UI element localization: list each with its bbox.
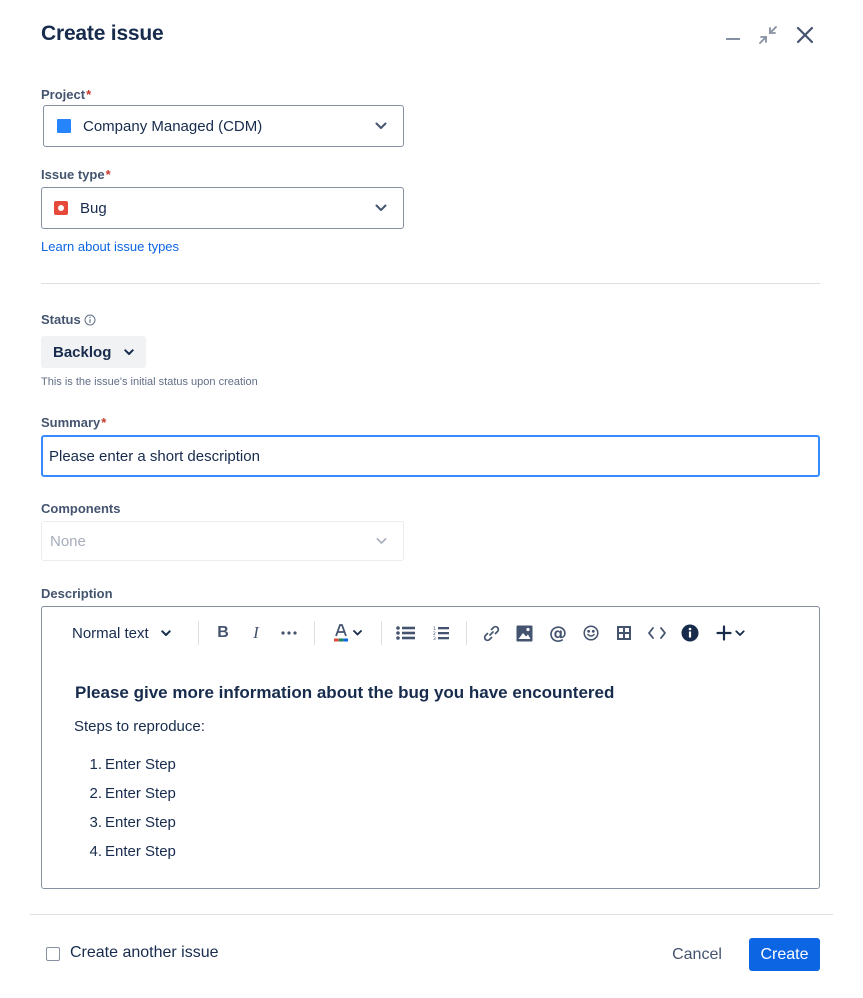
- learn-issue-types-link[interactable]: Learn about issue types: [41, 239, 179, 254]
- status-label: Status: [41, 312, 96, 327]
- chevron-down-icon: [376, 538, 387, 544]
- bug-icon: [54, 201, 68, 215]
- chevron-down-icon: [160, 629, 171, 636]
- status-helper-text: This is the issue's initial status upon …: [41, 376, 258, 388]
- bold-icon[interactable]: B: [212, 621, 234, 645]
- issue-type-value: Bug: [80, 199, 107, 217]
- chevron-down-icon: [353, 630, 362, 636]
- description-label: Description: [41, 586, 113, 601]
- description-heading: Please give more information about the b…: [75, 683, 615, 702]
- create-another-checkbox[interactable]: [46, 947, 60, 961]
- toolbar-separator: [466, 621, 467, 645]
- create-button[interactable]: Create: [749, 938, 820, 971]
- chevron-down-icon: [375, 122, 387, 129]
- shrink-icon[interactable]: [755, 22, 781, 48]
- dialog-title: Create issue: [41, 22, 164, 45]
- code-icon[interactable]: [646, 621, 668, 645]
- toolbar-separator: [198, 621, 199, 645]
- numbered-list-icon[interactable]: 123: [430, 621, 452, 645]
- list-item: 2. Enter Step: [89, 785, 176, 802]
- emoji-icon[interactable]: [580, 621, 602, 645]
- link-icon[interactable]: [480, 621, 502, 645]
- project-select[interactable]: Company Managed (CDM): [43, 105, 404, 147]
- project-label: Project*: [41, 87, 92, 102]
- components-label: Components: [41, 501, 121, 516]
- components-select[interactable]: None: [41, 521, 404, 561]
- toolbar-separator: [381, 621, 382, 645]
- issue-type-label: Issue type*: [41, 167, 111, 182]
- project-value: Company Managed (CDM): [83, 117, 263, 135]
- cancel-button[interactable]: Cancel: [660, 938, 734, 971]
- chevron-down-icon: [124, 348, 135, 355]
- close-icon[interactable]: [792, 22, 818, 48]
- project-icon: [57, 119, 71, 133]
- more-formatting-icon[interactable]: [278, 621, 300, 645]
- description-intro: Steps to reproduce:: [74, 718, 205, 735]
- list-item: 3. Enter Step: [89, 814, 176, 831]
- chevron-down-icon: [375, 204, 387, 211]
- image-icon[interactable]: [513, 621, 535, 645]
- bullet-list-icon[interactable]: [394, 621, 416, 645]
- status-dropdown-button[interactable]: Backlog: [41, 336, 146, 368]
- editor-toolbar: Normal text B I 123 @: [42, 607, 819, 659]
- svg-text:3: 3: [433, 636, 436, 640]
- table-icon[interactable]: [613, 621, 635, 645]
- text-color-icon[interactable]: [329, 621, 365, 645]
- info-panel-icon[interactable]: [679, 621, 701, 645]
- status-value: Backlog: [53, 343, 112, 361]
- minimize-icon[interactable]: [720, 22, 746, 48]
- components-value: None: [50, 532, 86, 550]
- list-item: 4. Enter Step: [89, 843, 176, 860]
- insert-plus-icon[interactable]: [712, 621, 748, 645]
- section-divider: [41, 283, 820, 284]
- mention-icon[interactable]: @: [547, 621, 569, 645]
- toolbar-separator: [314, 621, 315, 645]
- summary-input[interactable]: [41, 435, 820, 477]
- italic-icon[interactable]: I: [245, 621, 267, 645]
- footer-divider: [30, 914, 833, 915]
- issue-type-select[interactable]: Bug: [41, 187, 404, 229]
- create-another-label[interactable]: Create another issue: [70, 944, 219, 962]
- summary-label: Summary*: [41, 415, 107, 430]
- info-icon: [84, 314, 96, 325]
- chevron-down-icon: [734, 629, 745, 636]
- description-editor[interactable]: Normal text B I 123 @ Please give more i…: [41, 606, 820, 889]
- list-item: 1. Enter Step: [89, 756, 176, 773]
- text-style-dropdown[interactable]: Normal text: [72, 621, 182, 645]
